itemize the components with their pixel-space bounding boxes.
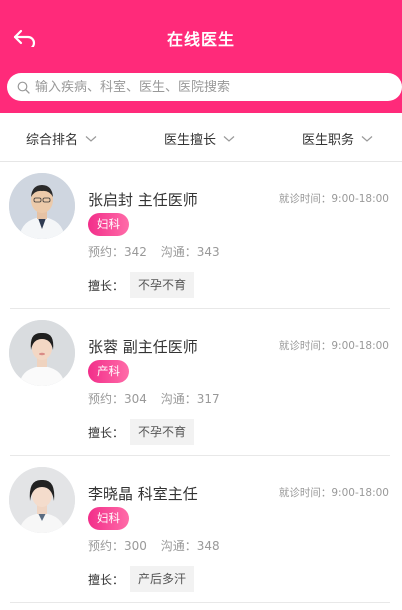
filter-label: 综合排名 [26,133,79,148]
avatar [9,320,75,386]
filter-label: 医生职务 [302,133,355,148]
avatar [9,173,75,239]
specialty-label: 擅长： [88,572,125,587]
appointment-count: 预约：300 [88,539,147,553]
appointment-count: 预约：304 [88,392,147,406]
consult-hours: 就诊时间：9:00-18:00 [278,340,389,352]
department-badge: 妇科 [88,507,129,530]
consult-hours: 就诊时间：9:00-18:00 [278,193,389,205]
divider [10,602,390,603]
consultation-count: 沟通：317 [160,392,220,406]
header-bar: 在线医生 [0,0,402,113]
avatar [9,467,75,533]
doctor-card[interactable]: 张蓉 副主任医师 就诊时间：9:00-18:00 产科 预约：304 沟通：31… [0,309,402,456]
filter-label: 医生擅长 [164,133,217,148]
filter-overall-ranking[interactable]: 综合排名 [26,129,97,148]
specialty-row: 擅长： 不孕不育 [88,272,195,298]
specialty-label: 擅长： [88,425,125,440]
search-icon [17,80,31,94]
chevron-down-icon [223,135,235,143]
doctor-card[interactable]: 李晓晶 科室主任 就诊时间：9:00-18:00 妇科 预约：300 沟通：34… [0,456,402,603]
consultation-count: 沟通：343 [160,245,220,259]
department-badge: 产科 [88,360,129,383]
doctor-stats: 预约：342 沟通：343 [88,243,220,260]
search-bar[interactable] [7,73,402,101]
search-input[interactable] [35,79,402,95]
doctor-stats: 预约：304 沟通：317 [88,390,220,407]
department-badge: 妇科 [88,213,129,236]
specialty-row: 擅长： 产后多汗 [88,566,195,592]
doctor-name-title: 张启封 主任医师 [88,191,198,209]
doctor-name-title: 张蓉 副主任医师 [88,338,198,356]
doctor-name-title: 李晓晶 科室主任 [88,485,198,503]
specialty-row: 擅长： 不孕不育 [88,419,195,445]
specialty-label: 擅长： [88,278,125,293]
filter-bar: 综合排名 医生擅长 医生职务 [0,113,402,162]
filter-doctor-position[interactable]: 医生职务 [302,129,373,148]
specialty-tag: 不孕不育 [130,419,195,445]
specialty-tag: 产后多汗 [130,566,195,592]
page-title: 在线医生 [166,30,235,49]
doctor-stats: 预约：300 沟通：348 [88,537,220,554]
chevron-down-icon [85,135,97,143]
chevron-down-icon [361,135,373,143]
filter-doctor-specialty[interactable]: 医生擅长 [164,129,235,148]
consultation-count: 沟通：348 [160,539,220,553]
doctor-card[interactable]: 张启封 主任医师 就诊时间：9:00-18:00 妇科 预约：342 沟通：34… [0,162,402,309]
specialty-tag: 不孕不育 [130,272,195,298]
appointment-count: 预约：342 [88,245,147,259]
consult-hours: 就诊时间：9:00-18:00 [278,487,389,499]
